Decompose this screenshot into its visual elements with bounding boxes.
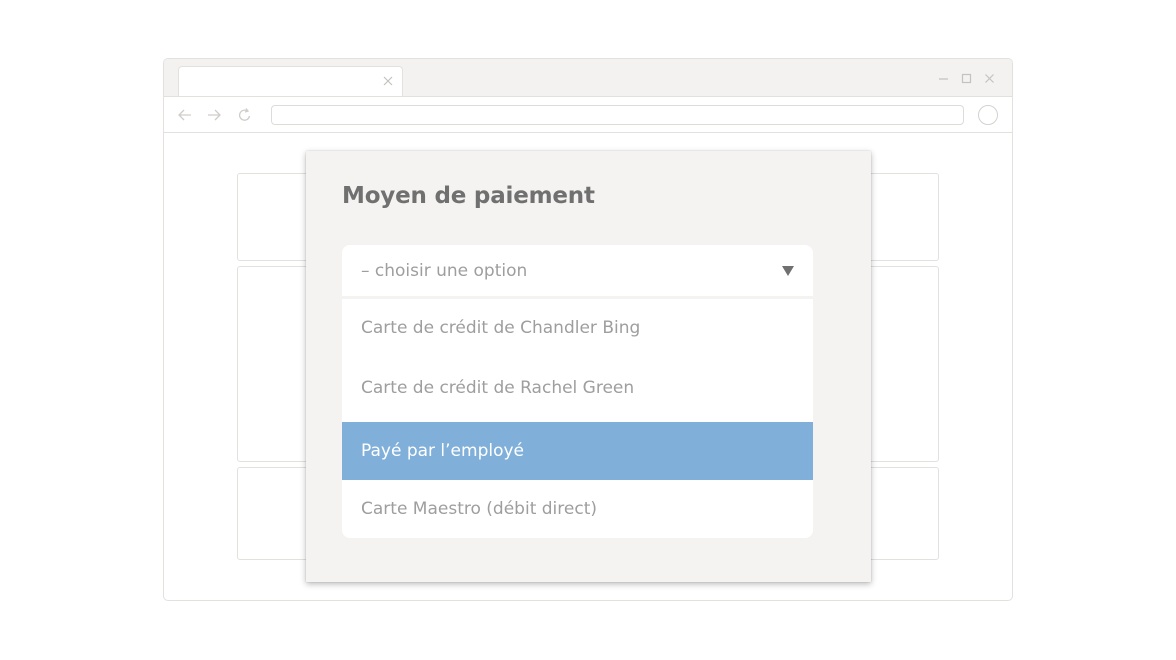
dropdown-option-maestro[interactable]: Carte Maestro (débit direct) <box>342 480 813 538</box>
maximize-icon[interactable] <box>960 70 973 84</box>
dropdown-option-rachel-card[interactable]: Carte de crédit de Rachel Green <box>342 359 813 417</box>
close-icon[interactable] <box>983 70 996 83</box>
dialog-title: Moyen de paiement <box>342 183 595 209</box>
browser-tab[interactable] <box>178 66 403 96</box>
minimize-icon[interactable] <box>937 70 950 83</box>
payment-method-select[interactable]: – choisir une option <box>342 245 813 299</box>
select-placeholder: – choisir une option <box>361 261 528 281</box>
dropdown-option-paid-by-employee[interactable]: Payé par l’employé <box>342 422 813 480</box>
triangle-down-icon <box>782 266 794 276</box>
reload-icon[interactable] <box>237 107 253 123</box>
dropdown-option-chandler-card[interactable]: Carte de crédit de Chandler Bing <box>342 299 813 357</box>
profile-icon[interactable] <box>978 105 998 125</box>
window-controls <box>937 70 996 84</box>
arrow-left-icon[interactable] <box>177 107 193 123</box>
url-field[interactable] <box>271 105 964 125</box>
dropdown-options: Carte de crédit de Chandler Bing Carte d… <box>342 299 813 538</box>
close-icon[interactable] <box>382 75 394 87</box>
tab-bar <box>164 59 1012 96</box>
arrow-right-icon[interactable] <box>206 107 222 123</box>
address-bar <box>164 96 1012 133</box>
